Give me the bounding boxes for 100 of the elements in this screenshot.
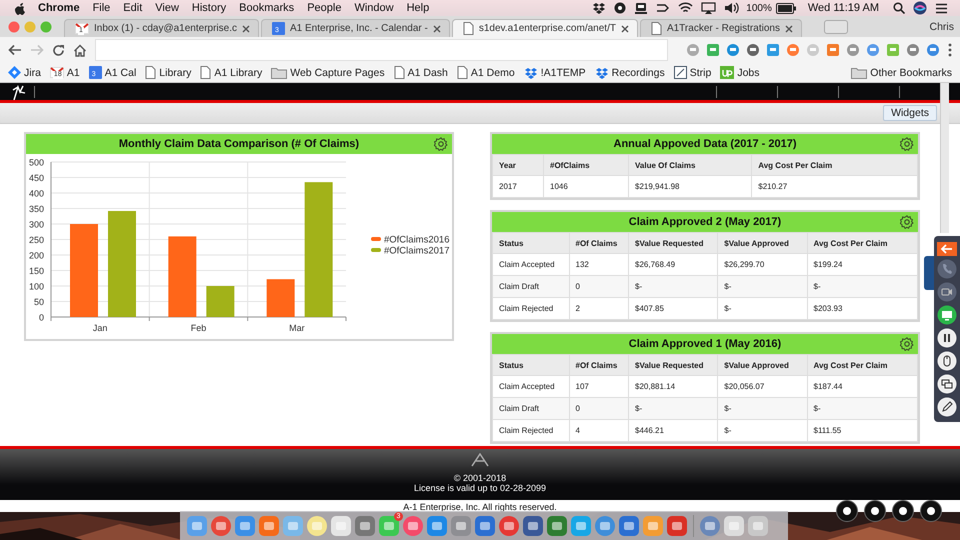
close-icon[interactable] (432, 24, 441, 32)
search-icon[interactable] (893, 2, 905, 14)
social-icon[interactable] (892, 500, 914, 522)
extension-icon[interactable] (786, 43, 800, 57)
app-icon[interactable] (450, 514, 472, 536)
app-icon[interactable] (546, 514, 568, 536)
browser-tab[interactable]: s1dev.a1enterprise.com/anet/T (452, 19, 638, 37)
column-header[interactable]: Avg Cost Per Claim (807, 354, 918, 376)
menu-item[interactable]: Help (406, 2, 430, 14)
app-icon[interactable] (570, 514, 592, 536)
app-icon[interactable] (402, 514, 424, 536)
close-icon[interactable] (242, 24, 250, 32)
column-header[interactable]: Avg Cost Per Claim (752, 154, 918, 176)
app-icon[interactable] (186, 514, 208, 536)
legend-label[interactable]: #OfClaims2017 (384, 246, 450, 256)
bookmark-item[interactable]: Library (145, 66, 192, 79)
app-icon[interactable] (258, 514, 280, 536)
app-icon[interactable] (723, 514, 745, 536)
app-icon[interactable] (330, 514, 352, 536)
bookmark-item[interactable]: Other Bookmarks (851, 66, 952, 78)
scroll-bar[interactable] (940, 83, 949, 233)
airplay-icon[interactable] (701, 2, 716, 14)
bookmark-item[interactable]: A1 Dash (394, 66, 448, 79)
pencil-icon[interactable] (937, 396, 957, 416)
column-header[interactable]: Year (492, 154, 544, 176)
settings-icon[interactable] (900, 215, 914, 229)
app-icon[interactable] (426, 514, 448, 536)
app-icon[interactable] (642, 514, 664, 536)
extension-icon[interactable] (926, 43, 940, 57)
mouse-icon[interactable] (937, 350, 957, 370)
video-icon[interactable] (937, 282, 957, 302)
app-menu[interactable]: Chrome (38, 2, 80, 14)
battery-icon[interactable] (776, 2, 796, 14)
logo-icon[interactable] (471, 453, 489, 467)
apple-icon[interactable] (14, 2, 26, 14)
profile-name[interactable]: Chris (929, 20, 954, 32)
app-icon[interactable] (498, 514, 520, 536)
windows-icon[interactable] (937, 374, 957, 394)
app-icon[interactable] (354, 514, 376, 536)
column-header[interactable]: $Value Approved (718, 354, 807, 376)
monitor-icon[interactable] (634, 2, 648, 14)
browser-tab[interactable]: A1Tracker - Registrations (640, 19, 802, 37)
menu-item[interactable]: Bookmarks (239, 2, 294, 14)
bookmark-item[interactable]: Jira (8, 66, 41, 79)
app-icon[interactable] (522, 514, 544, 536)
home-icon[interactable] (73, 44, 87, 56)
extension-icon[interactable] (706, 43, 720, 57)
extension-icon[interactable] (906, 43, 920, 57)
menu-item[interactable]: File (92, 2, 110, 14)
phone-icon[interactable] (937, 258, 957, 278)
wifi-icon[interactable] (678, 2, 694, 14)
app-icon[interactable] (306, 514, 328, 536)
widgets-button[interactable]: Widgets (883, 105, 937, 121)
close-icon[interactable] (784, 24, 793, 32)
menu-item[interactable]: Edit (123, 2, 142, 14)
legend-label[interactable]: #OfClaims2016 (384, 234, 450, 246)
column-header[interactable]: Avg Cost Per Claim (807, 232, 918, 254)
extension-icon[interactable] (826, 43, 840, 57)
extension-icon[interactable] (866, 43, 880, 57)
bookmark-item[interactable]: !A1TEMP (524, 66, 586, 78)
column-header[interactable]: Status (492, 354, 569, 376)
app-icon[interactable] (210, 514, 232, 536)
social-icon[interactable] (920, 500, 942, 522)
social-icon[interactable] (864, 500, 886, 522)
forward-icon[interactable] (30, 44, 44, 56)
list-icon[interactable] (935, 2, 948, 14)
column-header[interactable]: $Value Approved (718, 232, 807, 254)
volume-icon[interactable] (724, 2, 740, 14)
app-icon[interactable] (594, 514, 616, 536)
app-icon[interactable] (378, 514, 400, 536)
bar[interactable] (168, 236, 196, 317)
new-tab-button[interactable] (824, 20, 848, 34)
siri-icon[interactable] (913, 1, 927, 15)
column-header[interactable]: Status (492, 232, 569, 254)
extension-icon[interactable] (746, 43, 760, 57)
column-header[interactable]: #Of Claims (569, 232, 628, 254)
app-icon[interactable] (747, 514, 769, 536)
menu-item[interactable]: People (307, 2, 342, 14)
bookmark-item[interactable]: A1 Library (200, 66, 262, 79)
menu-item[interactable]: History (192, 2, 226, 14)
bookmark-item[interactable]: Web Capture Pages (271, 66, 385, 78)
ball-icon[interactable] (614, 2, 626, 14)
app-icon[interactable] (234, 514, 256, 536)
reload-icon[interactable] (52, 44, 65, 56)
app-icon[interactable] (618, 514, 640, 536)
app-icon[interactable] (474, 514, 496, 536)
column-header[interactable]: #OfClaims (544, 154, 628, 176)
column-header[interactable]: Value Of Claims (628, 154, 752, 176)
pause-icon[interactable] (937, 328, 957, 348)
social-icon[interactable] (836, 500, 858, 522)
clock[interactable]: Wed 11:19 AM (808, 2, 879, 14)
menu-item[interactable]: Window (354, 2, 394, 14)
more-icon[interactable] (948, 43, 952, 57)
bookmark-item[interactable]: A1 Demo (456, 66, 515, 79)
maximize-icon[interactable] (40, 20, 52, 32)
settings-icon[interactable] (434, 137, 448, 151)
column-header[interactable]: $Value Requested (628, 232, 718, 254)
app-icon[interactable] (666, 514, 688, 536)
settings-icon[interactable] (900, 337, 914, 351)
tag-icon[interactable] (656, 2, 670, 14)
